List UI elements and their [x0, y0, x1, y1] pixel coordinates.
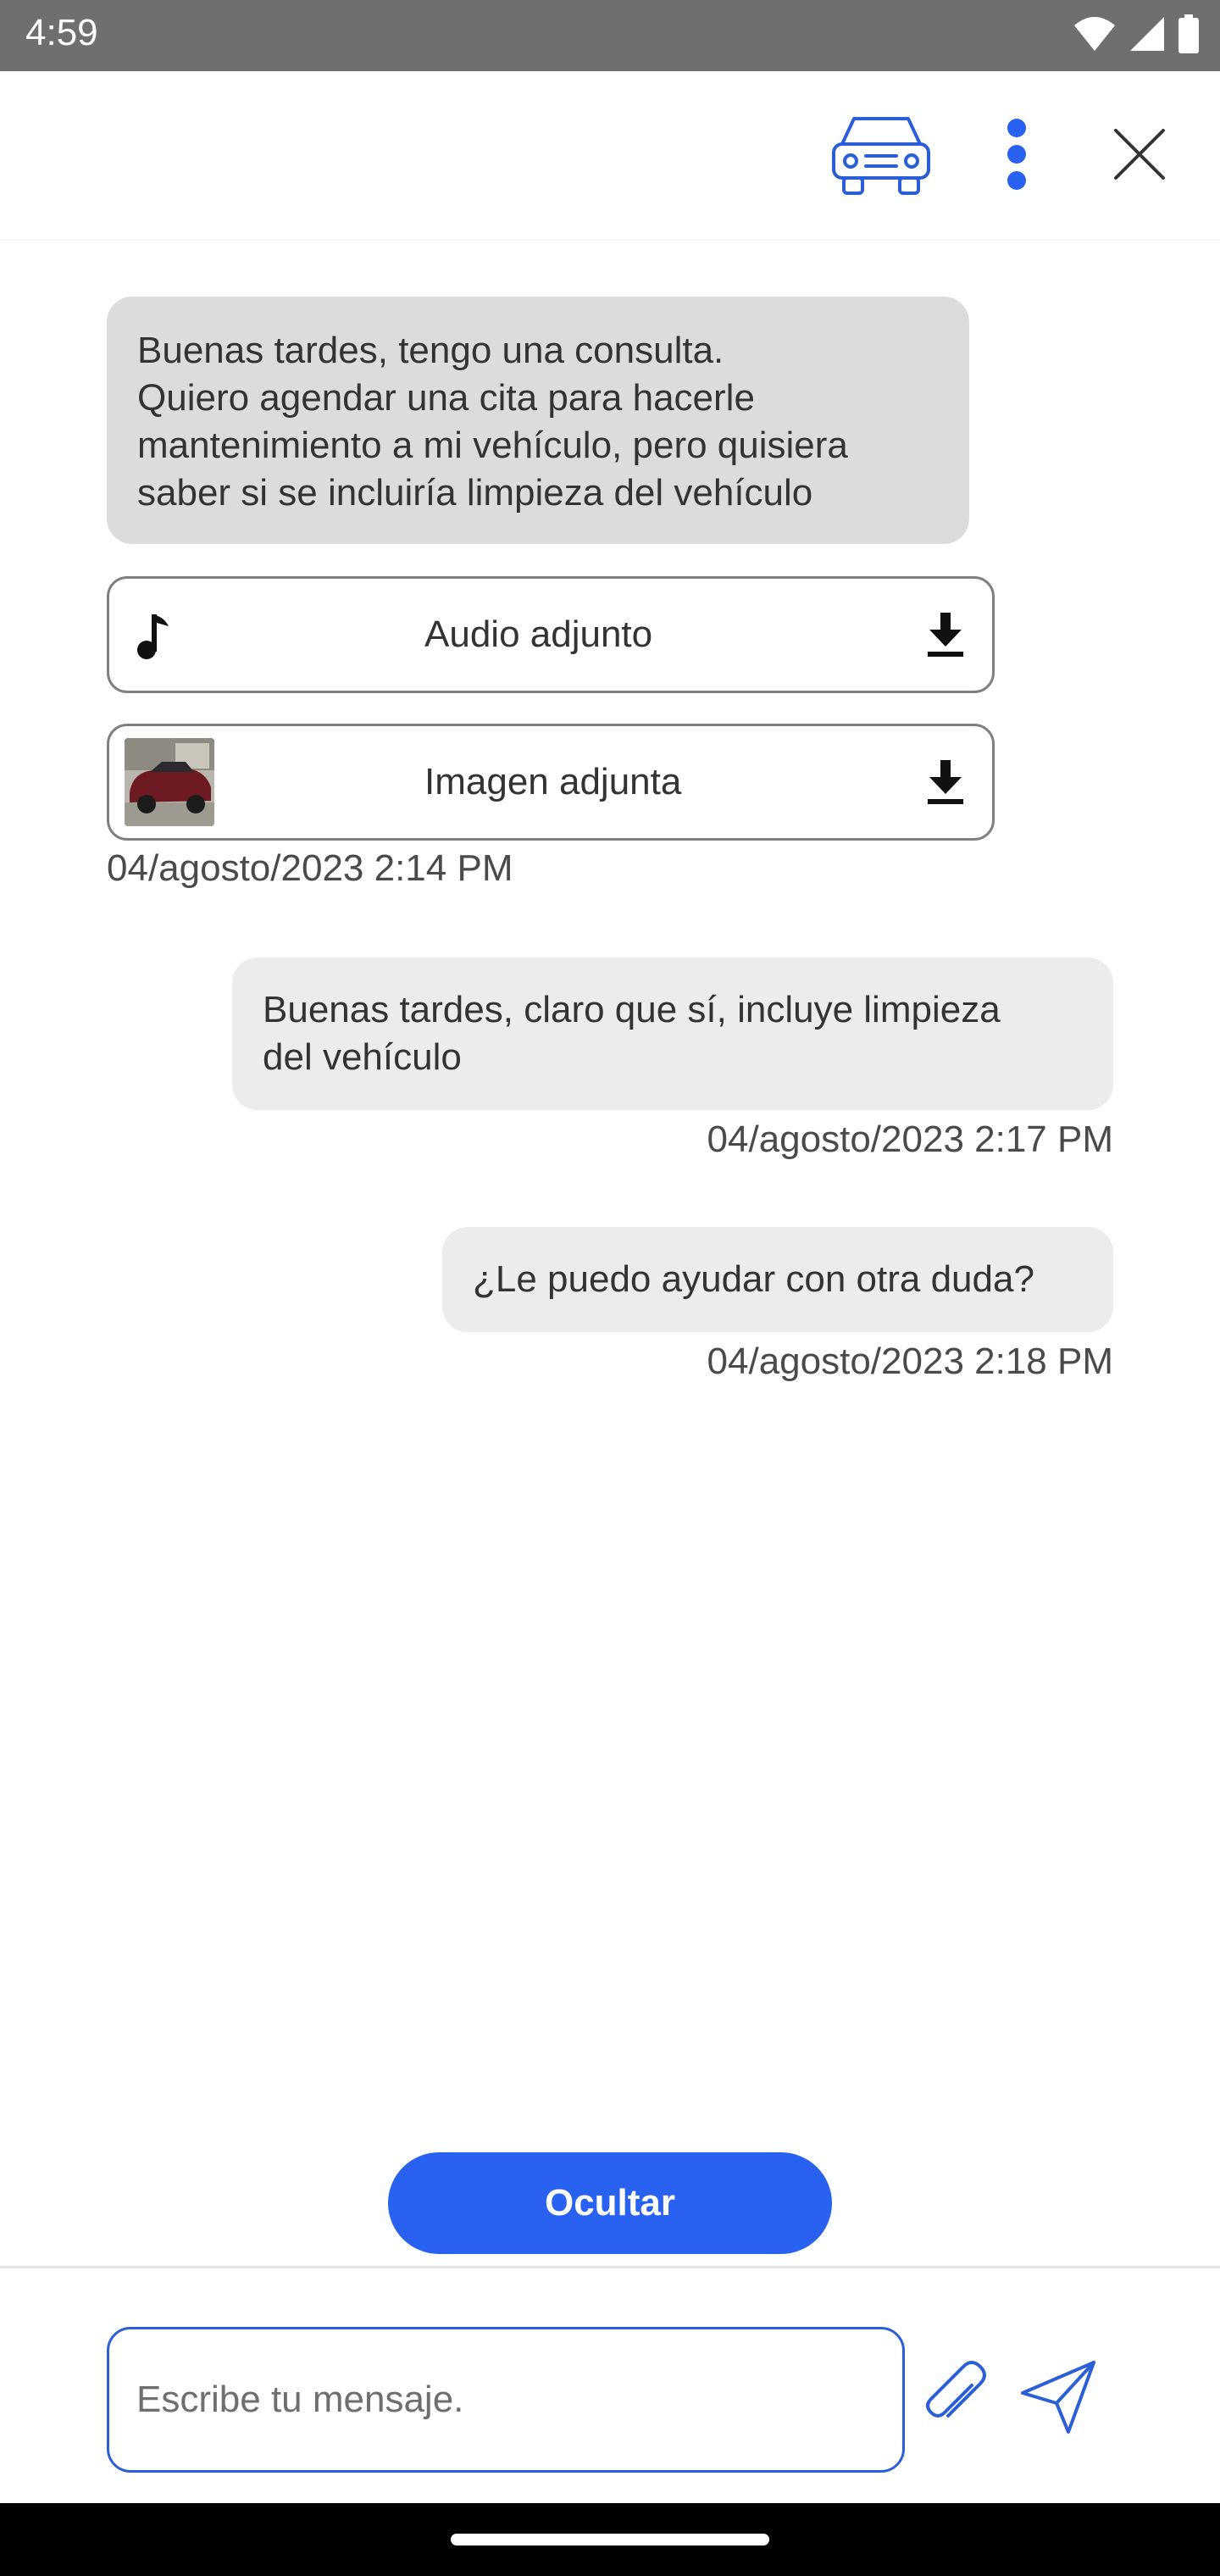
- cellular-signal-icon: [1128, 15, 1166, 57]
- message-input[interactable]: [107, 2327, 905, 2473]
- attachment-thumbnail: [125, 738, 214, 826]
- message-text-line: saber si se incluiría limpieza del vehíc…: [137, 472, 813, 514]
- wifi-icon: [1073, 15, 1117, 57]
- status-time: 4:59: [25, 12, 98, 53]
- message-timestamp: 04/agosto/2023 2:18 PM: [707, 1341, 1113, 1382]
- outgoing-message-bubble: ¿Le puedo ayudar con otra duda?: [442, 1227, 1113, 1332]
- audio-attachment-label: Audio adjunto: [424, 613, 653, 655]
- send-button[interactable]: [1013, 2356, 1105, 2444]
- image-attachment[interactable]: Imagen adjunta: [107, 724, 995, 841]
- vehicle-button[interactable]: [822, 105, 940, 207]
- attach-file-button[interactable]: [915, 2356, 1000, 2444]
- send-icon: [1019, 2359, 1099, 2441]
- more-options-icon: [1004, 118, 1029, 195]
- audio-attachment[interactable]: Audio adjunto: [107, 576, 995, 693]
- message-text-line: Buenas tardes, claro que sí, incluye lim…: [263, 989, 1001, 1030]
- chat-header: [0, 71, 1220, 241]
- image-attachment-label: Imagen adjunta: [424, 761, 682, 802]
- more-options-button[interactable]: [983, 114, 1051, 198]
- message-text-line: mantenimiento a mi vehículo, pero quisie…: [137, 425, 848, 466]
- download-image-icon[interactable]: [926, 758, 965, 810]
- music-note-icon: [135, 613, 174, 664]
- status-icons: [1073, 14, 1200, 58]
- message-text-line: Quiero agendar una cita para hacerle: [137, 377, 755, 419]
- message-text-line: Buenas tardes, tengo una consulta.: [137, 330, 724, 371]
- message-timestamp: 04/agosto/2023 2:14 PM: [107, 847, 513, 889]
- paperclip-icon: [919, 2360, 995, 2440]
- composer-divider: [0, 2266, 1220, 2268]
- home-gesture-handle[interactable]: [451, 2534, 769, 2545]
- incoming-message-bubble: Buenas tardes, tengo una consulta. Quier…: [107, 297, 969, 544]
- message-timestamp: 04/agosto/2023 2:17 PM: [707, 1119, 1113, 1160]
- close-button[interactable]: [1101, 114, 1178, 198]
- download-audio-icon[interactable]: [926, 611, 965, 663]
- car-icon: [829, 110, 934, 203]
- message-text-line: ¿Le puedo ayudar con otra duda?: [473, 1258, 1034, 1300]
- outgoing-message-bubble: Buenas tardes, claro que sí, incluye lim…: [232, 958, 1113, 1110]
- hide-button[interactable]: Ocultar: [388, 2152, 832, 2254]
- battery-icon: [1178, 14, 1200, 58]
- message-text-line: del vehículo: [263, 1036, 462, 1078]
- close-icon: [1112, 127, 1167, 186]
- status-bar: 4:59: [0, 0, 1220, 71]
